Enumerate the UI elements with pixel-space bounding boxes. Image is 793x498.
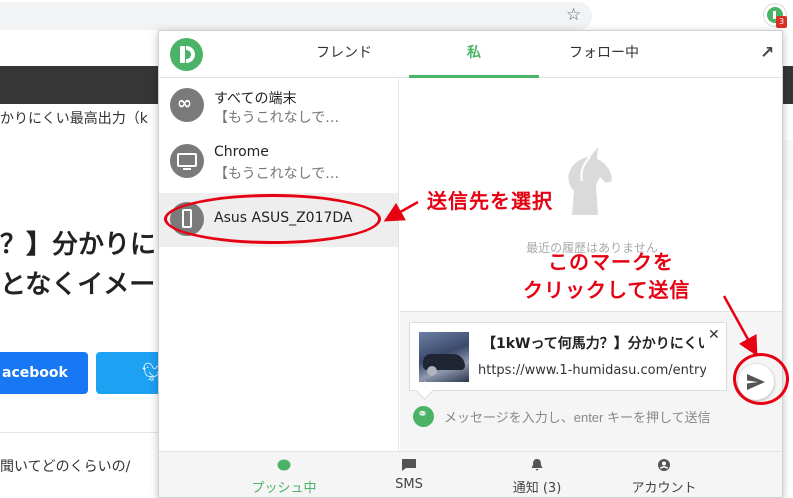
annotation-select-destination: 送信先を選択 (427, 189, 553, 213)
page-heading-line1: ？】分かりに (0, 230, 157, 260)
device-name: Asus ASUS_Z017DA (214, 210, 353, 226)
device-item-asus[interactable]: Asus ASUS_Z017DA (159, 193, 398, 247)
monitor-icon (170, 144, 204, 178)
sms-icon (402, 459, 416, 471)
page-navbar (0, 66, 160, 104)
nav-label: 通知 (3) (512, 481, 562, 496)
tab-following[interactable]: フォロー中 (549, 31, 659, 78)
nav-notifications[interactable]: 通知 (3) (482, 452, 592, 497)
bell-icon (531, 459, 543, 471)
popup-header: フレンド 私 フォロー中 ↗ (159, 31, 782, 78)
device-list: ∞ すべての端末 【もうこれなしで… Chrome 【もうこれなしで… Asus… (159, 79, 399, 451)
page-body-text: 聞いてどのくらいの/ (0, 459, 131, 475)
page-heading-line2: となくイメー (0, 270, 156, 300)
device-item-chrome[interactable]: Chrome 【もうこれなしで… (159, 135, 398, 191)
push-bubble-icon (277, 459, 291, 471)
nav-label: アカウント (631, 481, 697, 496)
popup-footer: プッシュ中 SMS 通知 (3) アカウント (159, 451, 782, 497)
page-breadcrumb: かりにくい最高出力（k (0, 111, 148, 127)
device-name: すべての端末 (214, 91, 297, 107)
popout-arrow-icon[interactable]: ↗ (760, 43, 774, 63)
device-name: Chrome (214, 144, 269, 160)
annotation-click-mark-2: クリックして送信 (523, 278, 691, 302)
unicorn-icon (568, 147, 612, 215)
link-attach-icon[interactable]: ⚭ (413, 406, 434, 427)
nav-account[interactable]: アカウント (609, 452, 719, 497)
browser-toolbar: ☆ 3 (0, 0, 793, 30)
page-right-edge (783, 140, 793, 200)
annotation-click-mark-1: このマークを (548, 250, 674, 274)
send-icon (747, 374, 765, 390)
device-preview: 【もうこれなしで… (214, 110, 340, 126)
device-preview: 【もうこれなしで… (214, 166, 340, 182)
account-icon (658, 459, 670, 471)
nav-sms[interactable]: SMS (354, 452, 464, 497)
nav-label: プッシュ中 (251, 481, 317, 496)
address-bar[interactable] (0, 2, 592, 30)
tab-friends[interactable]: フレンド (289, 31, 399, 78)
page-navbar-right (783, 66, 793, 104)
send-button[interactable] (738, 364, 774, 400)
link-preview-card: 【1kWって何馬力？】分かりにくい https://www.1-humidasu… (409, 322, 727, 391)
message-input[interactable] (444, 404, 744, 430)
facebook-share-button[interactable]: acebook (0, 352, 88, 394)
extension-badge: 3 (776, 16, 787, 28)
link-title: 【1kWって何馬力？】分かりにくい (482, 336, 704, 352)
composer: 【1kWって何馬力？】分かりにくい https://www.1-humidasu… (400, 311, 782, 451)
page-divider (0, 432, 160, 433)
nav-label: SMS (395, 477, 423, 492)
pushbullet-logo-icon (170, 38, 203, 71)
close-icon[interactable]: ✕ (708, 327, 720, 343)
infinity-icon: ∞ (170, 88, 204, 122)
link-url: https://www.1-humidasu.com/entry/k (478, 363, 706, 378)
pushbullet-popup: フレンド 私 フォロー中 ↗ ∞ すべての端末 【もうこれなしで… Chrome… (158, 30, 783, 498)
twitter-share-button[interactable]: 🐦︎ (96, 352, 165, 394)
bookmark-star-icon[interactable]: ☆ (566, 4, 581, 26)
link-thumbnail (419, 332, 469, 382)
device-item-all[interactable]: ∞ すべての端末 【もうこれなしで… (159, 79, 398, 135)
tab-me[interactable]: 私 (409, 31, 539, 78)
smartphone-icon (170, 202, 204, 236)
nav-push[interactable]: プッシュ中 (229, 452, 339, 497)
